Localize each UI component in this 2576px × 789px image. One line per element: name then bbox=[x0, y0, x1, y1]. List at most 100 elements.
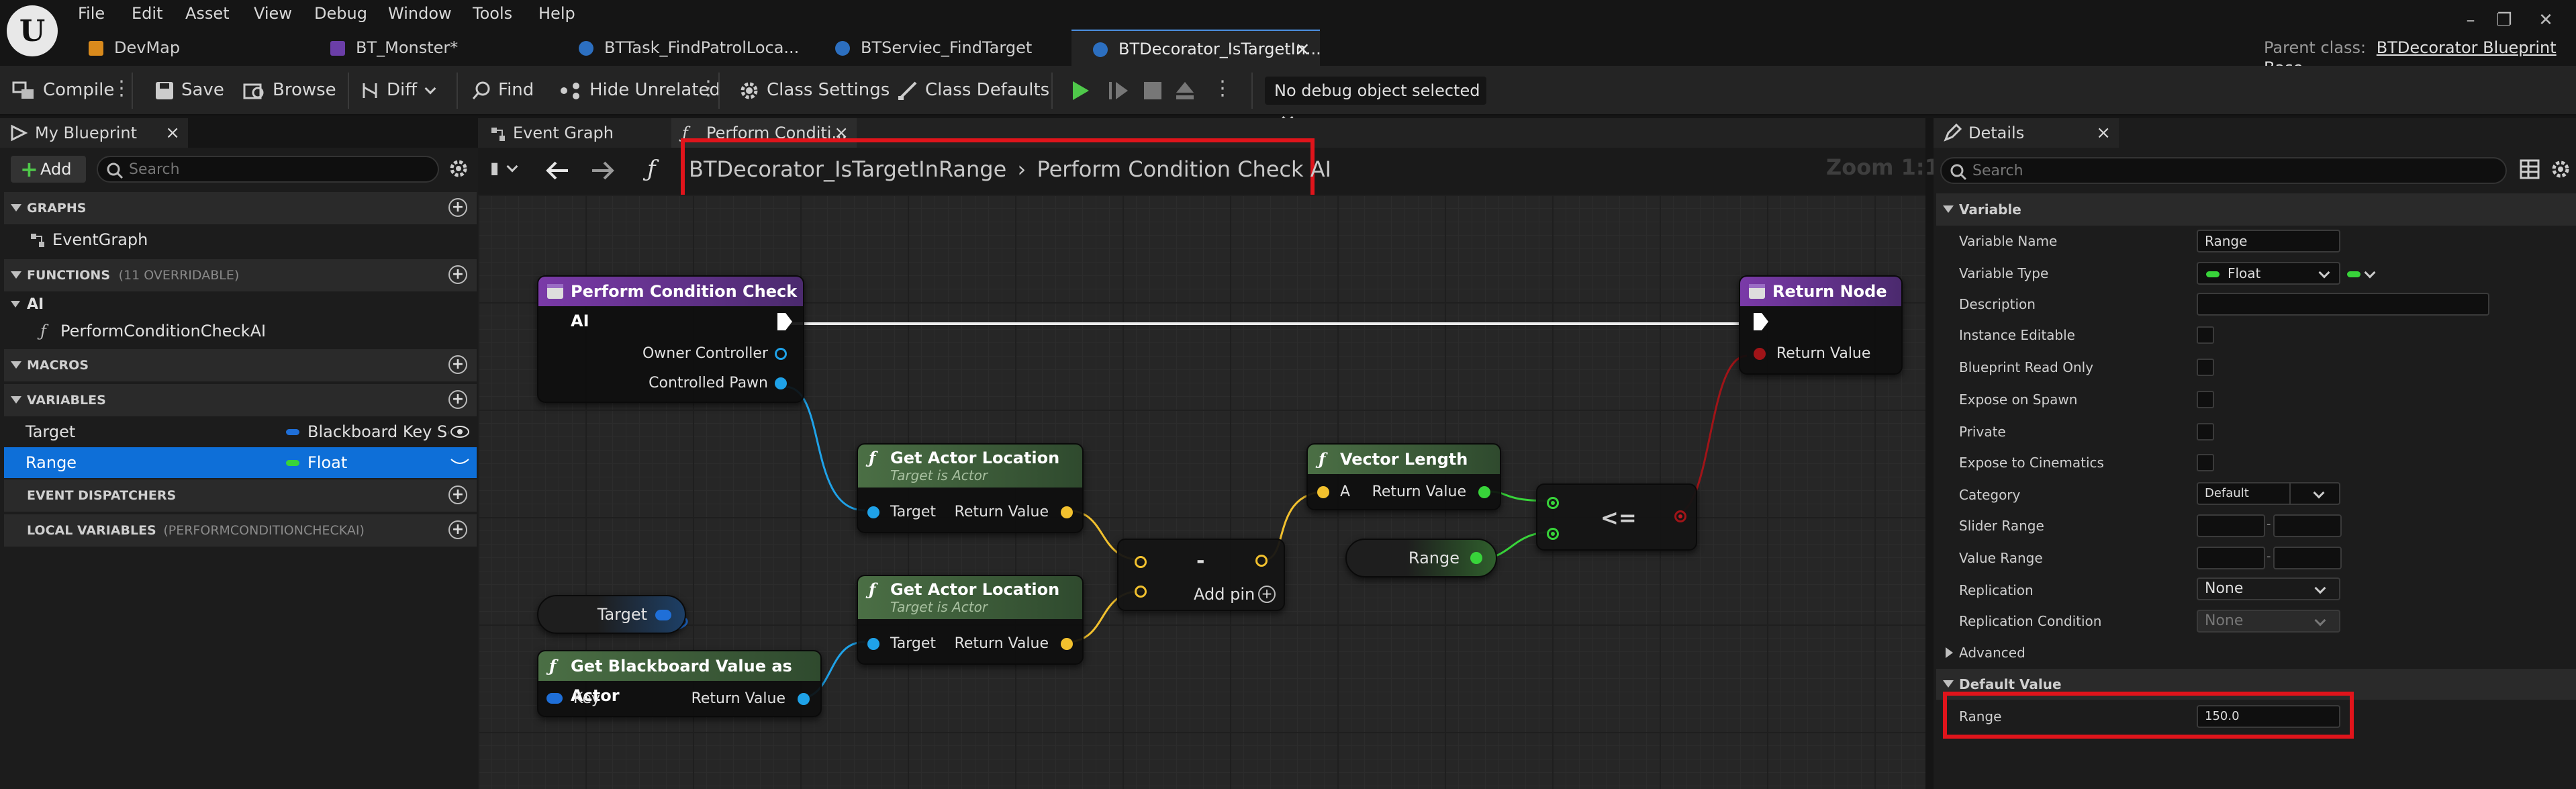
my-blueprint-search-input[interactable] bbox=[128, 160, 423, 179]
target-pin-icon[interactable] bbox=[867, 638, 879, 650]
default-range-input[interactable]: 150.0 bbox=[2197, 705, 2340, 728]
function-category-ai[interactable]: AI bbox=[4, 291, 477, 318]
category-combo[interactable]: Default bbox=[2197, 482, 2340, 505]
add-graph-icon[interactable]: + bbox=[448, 198, 467, 217]
close-icon[interactable]: × bbox=[165, 118, 180, 148]
section-local-variables[interactable]: LOCAL VARIABLES (PERFORMCONDITIONCHECKAI… bbox=[4, 514, 477, 547]
breadcrumb-function[interactable]: Perform Condition Check AI bbox=[1037, 156, 1331, 182]
node-compare-less-equal[interactable]: <= bbox=[1536, 483, 1697, 551]
details-search-input[interactable] bbox=[1971, 161, 2481, 180]
owner-controller-pin-icon[interactable] bbox=[775, 348, 787, 360]
compare-b-pin-icon[interactable] bbox=[1547, 528, 1559, 540]
container-type-select[interactable] bbox=[2347, 267, 2377, 282]
private-checkbox[interactable] bbox=[2197, 423, 2214, 440]
section-variables[interactable]: VARIABLES + bbox=[4, 384, 477, 416]
visibility-eye-icon[interactable] bbox=[450, 424, 470, 439]
return-value-pin-icon[interactable] bbox=[1754, 348, 1766, 360]
add-button[interactable]: + Add bbox=[11, 156, 86, 183]
return-value-pin-icon[interactable] bbox=[1061, 638, 1073, 650]
list-item-performconditioncheckai[interactable]: ƒ PerformConditionCheckAI bbox=[4, 316, 477, 346]
back-arrow-icon[interactable] bbox=[544, 158, 571, 183]
table-view-icon[interactable] bbox=[2519, 158, 2540, 180]
range-out-pin-icon[interactable] bbox=[1470, 552, 1482, 564]
description-input[interactable] bbox=[2197, 293, 2489, 316]
play-options-icon[interactable]: ⋮ bbox=[1212, 74, 1233, 106]
view-options-icon[interactable]: ▮ bbox=[490, 158, 529, 185]
details-search[interactable] bbox=[1940, 157, 2507, 184]
tab-devmap[interactable]: DevMap bbox=[67, 30, 309, 66]
hide-unrelated-button[interactable]: Hide Unrelated bbox=[559, 73, 720, 107]
find-button[interactable]: Find bbox=[471, 73, 534, 107]
step-icon[interactable] bbox=[1108, 79, 1131, 102]
variable-section-header[interactable]: Variable bbox=[1936, 193, 2576, 226]
eject-icon[interactable] bbox=[1174, 79, 1196, 102]
menu-file[interactable]: File bbox=[78, 0, 105, 27]
value-range-min-input[interactable] bbox=[2197, 547, 2265, 569]
tab-bt-monster[interactable]: BT_Monster* bbox=[309, 30, 551, 66]
hide-unrelated-options-icon[interactable]: ⋮ bbox=[698, 74, 718, 106]
instance-editable-checkbox[interactable] bbox=[2197, 326, 2214, 344]
add-pin-label[interactable]: Add pin bbox=[1194, 584, 1255, 604]
add-local-variable-icon[interactable]: + bbox=[448, 520, 467, 539]
my-blueprint-search[interactable] bbox=[97, 156, 439, 183]
play-icon[interactable] bbox=[1069, 79, 1092, 102]
section-macros[interactable]: MACROS + bbox=[4, 349, 477, 381]
tab-event-graph[interactable]: Event Graph bbox=[478, 118, 663, 148]
my-blueprint-tab[interactable]: My Blueprint × bbox=[0, 118, 188, 148]
target-pin-icon[interactable] bbox=[867, 506, 879, 518]
menu-asset[interactable]: Asset bbox=[185, 0, 230, 27]
node-range-getter[interactable]: Range bbox=[1345, 539, 1497, 577]
add-function-icon[interactable]: + bbox=[448, 265, 467, 284]
close-icon[interactable]: × bbox=[2096, 118, 2111, 148]
section-event-dispatchers[interactable]: EVENT DISPATCHERS + bbox=[4, 479, 477, 512]
debug-object-select[interactable]: No debug object selected bbox=[1265, 77, 1486, 124]
variable-name-input[interactable]: Range bbox=[2197, 230, 2340, 252]
compare-out-pin-icon[interactable] bbox=[1674, 510, 1686, 522]
settings-gear-icon[interactable] bbox=[447, 157, 470, 180]
compile-options-icon[interactable]: ⋮ bbox=[111, 74, 132, 106]
section-functions[interactable]: FUNCTIONS (11 OVERRIDABLE) + bbox=[4, 259, 477, 291]
exec-out-pin-icon[interactable] bbox=[776, 312, 794, 332]
save-button[interactable]: Save bbox=[154, 73, 224, 107]
replication-condition-select[interactable]: None bbox=[2197, 610, 2340, 633]
maximize-icon[interactable]: ❐ bbox=[2491, 7, 2518, 34]
return-value-pin-icon[interactable] bbox=[1478, 486, 1490, 498]
menu-edit[interactable]: Edit bbox=[132, 0, 162, 27]
vector-a-pin-icon[interactable] bbox=[1317, 486, 1329, 498]
blueprint-read-only-checkbox[interactable] bbox=[2197, 359, 2214, 376]
advanced-section[interactable]: Advanced bbox=[1936, 638, 2576, 667]
minimize-icon[interactable]: – bbox=[2457, 7, 2484, 34]
settings-gear-icon[interactable] bbox=[2548, 157, 2573, 181]
add-macro-icon[interactable]: + bbox=[448, 355, 467, 374]
stop-icon[interactable] bbox=[1141, 79, 1164, 102]
add-event-dispatcher-icon[interactable]: + bbox=[448, 485, 467, 504]
value-range-max-input[interactable] bbox=[2273, 547, 2342, 569]
close-icon[interactable]: × bbox=[1295, 31, 1310, 67]
menu-view[interactable]: View bbox=[254, 0, 292, 27]
variable-type-select[interactable]: Float bbox=[2197, 262, 2340, 285]
return-value-pin-icon[interactable] bbox=[798, 693, 810, 705]
tab-btdecorator-istargetinrange[interactable]: BTDecorator_IsTargetIn... × bbox=[1071, 30, 1321, 67]
subtract-a-pin-icon[interactable] bbox=[1135, 556, 1147, 568]
menu-debug[interactable]: Debug bbox=[314, 0, 367, 27]
tab-btserviec-findtarget[interactable]: BTServiec_FindTarget bbox=[814, 30, 1069, 66]
add-variable-icon[interactable]: + bbox=[448, 390, 467, 409]
menu-tools[interactable]: Tools bbox=[473, 0, 512, 27]
subtract-b-pin-icon[interactable] bbox=[1135, 586, 1147, 598]
diff-button[interactable]: Diff bbox=[360, 73, 436, 107]
menu-help[interactable]: Help bbox=[538, 0, 575, 27]
node-get-actor-location-2[interactable]: ƒ Get Actor Location Target is Actor Tar… bbox=[857, 575, 1084, 665]
node-get-blackboard-value-as-actor[interactable]: ƒ Get Blackboard Value as Actor Key Retu… bbox=[537, 650, 822, 717]
section-graphs[interactable]: GRAPHS + bbox=[4, 192, 477, 224]
slider-range-max-input[interactable] bbox=[2273, 514, 2342, 537]
window-close-icon[interactable]: ✕ bbox=[2532, 7, 2559, 34]
class-defaults-button[interactable]: Class Defaults bbox=[897, 73, 1049, 107]
node-subtract[interactable]: - Add pin + bbox=[1117, 539, 1285, 611]
return-value-pin-icon[interactable] bbox=[1061, 506, 1073, 518]
add-pin-icon[interactable]: + bbox=[1258, 586, 1276, 603]
node-get-actor-location-1[interactable]: ƒ Get Actor Location Target is Actor Tar… bbox=[857, 443, 1084, 533]
visibility-closed-eye-icon[interactable] bbox=[450, 457, 470, 469]
node-return[interactable]: Return Node Return Value bbox=[1739, 275, 1903, 375]
key-pin-icon[interactable] bbox=[546, 693, 563, 704]
subtract-out-pin-icon[interactable] bbox=[1255, 555, 1268, 567]
